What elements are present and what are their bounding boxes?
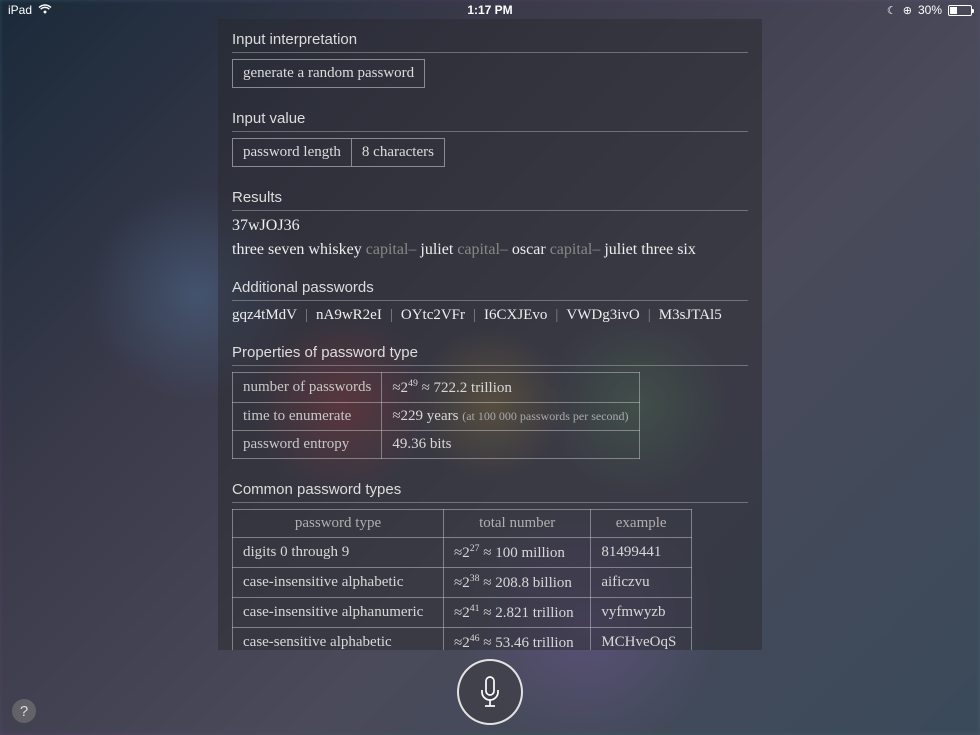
prop-value: ≈249 ≈ 722.2 trillion	[382, 373, 639, 403]
cell-type: case-insensitive alphabetic	[233, 568, 444, 598]
additional-password: OYtc2VFr	[401, 307, 465, 323]
section-title-results: Results	[232, 189, 748, 206]
wifi-icon	[38, 3, 52, 17]
divider	[232, 52, 748, 53]
prop-label: time to enumerate	[233, 403, 382, 431]
properties-table: number of passwords≈249 ≈ 722.2 trillion…	[232, 372, 640, 459]
additional-password: M3sJTAl5	[659, 307, 722, 323]
additional-password: gqz4tMdV	[232, 307, 297, 323]
phonetic-word: capital–	[457, 241, 508, 258]
separator: |	[390, 307, 393, 323]
phonetic-word: three	[641, 241, 673, 258]
phonetic-word: oscar	[512, 241, 546, 258]
cell-example: MCHveOqS	[591, 628, 692, 651]
phonetic-word: capital–	[550, 241, 601, 258]
cell-total: ≈241 ≈ 2.821 trillion	[444, 598, 591, 628]
divider	[232, 502, 748, 503]
help-button[interactable]: ?	[12, 699, 36, 723]
separator: |	[648, 307, 651, 323]
section-title-input-value: Input value	[232, 110, 748, 127]
section-title-interpretation: Input interpretation	[232, 31, 748, 48]
table-row: case-insensitive alphabetic≈238 ≈ 208.8 …	[233, 568, 692, 598]
phonetic-word: three	[232, 241, 264, 258]
phonetic-word: seven	[268, 241, 304, 258]
phonetic-word: whiskey	[308, 241, 361, 258]
help-icon: ?	[20, 703, 28, 720]
table-header: total number	[444, 510, 591, 538]
phonetic-word: juliet	[604, 241, 637, 258]
phonetic-word: six	[677, 241, 696, 258]
divider	[232, 210, 748, 211]
generated-password: 37wJOJ36	[232, 217, 748, 235]
additional-password-list: gqz4tMdV | nA9wR2eI | OYtc2VFr | I6CXJEvo | VWDg…	[232, 307, 748, 324]
battery-icon	[948, 5, 972, 16]
input-value-row: password length 8 characters	[232, 138, 748, 167]
section-title-common: Common password types	[232, 481, 748, 498]
interpretation-value: generate a random password	[232, 59, 425, 88]
cell-example: 81499441	[591, 538, 692, 568]
phonetic-word: juliet	[420, 241, 453, 258]
separator: |	[473, 307, 476, 323]
divider	[232, 365, 748, 366]
prop-value: 49.36 bits	[382, 431, 639, 459]
siri-result-panel: Input interpretation generate a random p…	[218, 19, 762, 650]
table-header: password type	[233, 510, 444, 538]
input-param-label: password length	[232, 138, 352, 167]
divider	[232, 300, 748, 301]
cell-example: aificzvu	[591, 568, 692, 598]
do-not-disturb-icon: ☾	[887, 4, 897, 17]
cell-type: case-insensitive alphanumeric	[233, 598, 444, 628]
separator: |	[305, 307, 308, 323]
cell-total: ≈238 ≈ 208.8 billion	[444, 568, 591, 598]
cell-example: vyfmwyzb	[591, 598, 692, 628]
prop-label: password entropy	[233, 431, 382, 459]
microphone-icon	[477, 675, 503, 709]
additional-password: VWDg3ivO	[566, 307, 639, 323]
siri-mic-button[interactable]	[457, 659, 523, 725]
prop-value: ≈229 years (at 100 000 passwords per sec…	[382, 403, 639, 431]
prop-label: number of passwords	[233, 373, 382, 403]
additional-password: I6CXJEvo	[484, 307, 547, 323]
battery-percent: 30%	[918, 3, 942, 17]
device-label: iPad	[8, 3, 32, 17]
cell-total: ≈227 ≈ 100 million	[444, 538, 591, 568]
table-row: case-sensitive alphabetic≈246 ≈ 53.46 tr…	[233, 628, 692, 651]
input-param-value: 8 characters	[352, 138, 445, 167]
table-row: case-insensitive alphanumeric≈241 ≈ 2.82…	[233, 598, 692, 628]
separator: |	[555, 307, 558, 323]
orientation-lock-icon: ⊕	[903, 4, 912, 17]
divider	[232, 131, 748, 132]
table-row: digits 0 through 9≈227 ≈ 100 million8149…	[233, 538, 692, 568]
cell-total: ≈246 ≈ 53.46 trillion	[444, 628, 591, 651]
common-types-table: password typetotal numberexampledigits 0…	[232, 509, 692, 650]
phonetic-word: capital–	[366, 241, 417, 258]
status-bar: iPad 1:17 PM ☾ ⊕ 30%	[0, 0, 980, 20]
section-title-additional: Additional passwords	[232, 279, 748, 296]
cell-type: digits 0 through 9	[233, 538, 444, 568]
additional-password: nA9wR2eI	[316, 307, 382, 323]
section-title-properties: Properties of password type	[232, 344, 748, 361]
clock: 1:17 PM	[467, 3, 512, 17]
table-header: example	[591, 510, 692, 538]
cell-type: case-sensitive alphabetic	[233, 628, 444, 651]
phonetic-spelling: three seven whiskey capital– juliet capi…	[232, 241, 748, 259]
